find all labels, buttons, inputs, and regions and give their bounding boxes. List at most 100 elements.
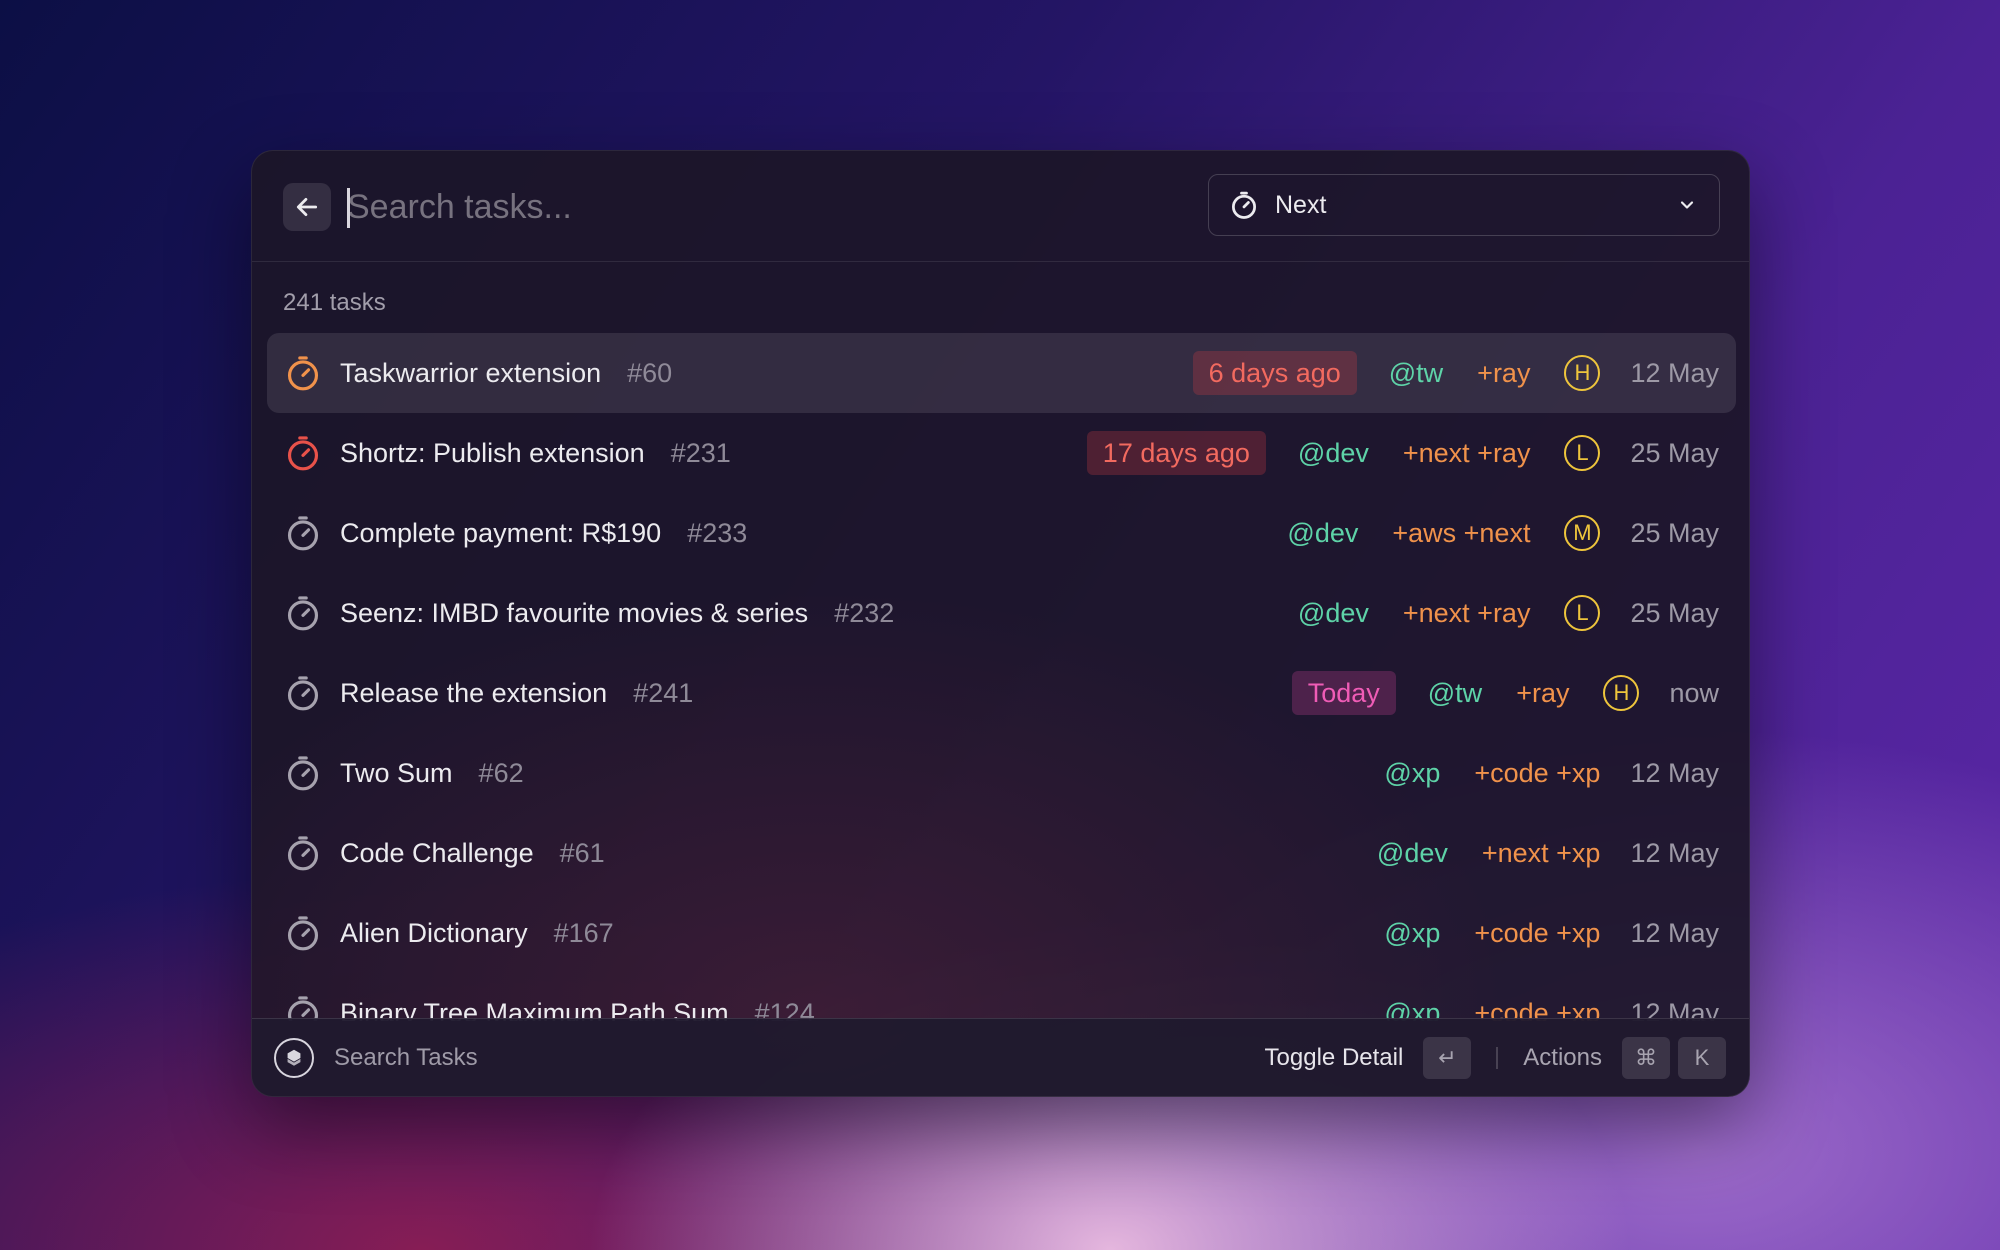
task-context: @xp <box>1384 757 1441 788</box>
priority-badge: L <box>1564 435 1601 471</box>
task-id: #241 <box>633 677 694 708</box>
task-tags: +next +ray <box>1402 597 1531 628</box>
stopwatch-icon <box>287 836 319 871</box>
task-meta: @dev +next +ray L 25 May <box>1298 573 1719 653</box>
task-context: @dev <box>1376 837 1448 868</box>
footer-actions: Toggle Detail ↵ Actions ⌘ K <box>1265 1037 1726 1079</box>
task-date: 12 May <box>1630 357 1719 388</box>
task-row[interactable]: Seenz: IMBD favourite movies & series #23… <box>267 573 1736 653</box>
task-date: 25 May <box>1630 437 1719 468</box>
task-tags: +ray <box>1516 677 1570 708</box>
stopwatch-icon <box>287 756 319 791</box>
task-title: Alien Dictionary <box>340 917 528 948</box>
back-button[interactable] <box>283 183 331 231</box>
task-date: 12 May <box>1630 837 1719 868</box>
task-tags: +next +xp <box>1481 837 1601 868</box>
footer-divider <box>1496 1047 1499 1069</box>
task-meta: @xp +code +xp 12 May <box>1384 973 1719 1022</box>
task-row[interactable]: Complete payment: R$190 #233 @dev +aws +nex… <box>267 493 1736 573</box>
task-main: Complete payment: R$190 #233 <box>340 493 747 573</box>
footer-title: Search Tasks <box>334 1044 478 1071</box>
due-badge: 17 days ago <box>1086 431 1266 475</box>
task-tags: +ray <box>1477 357 1531 388</box>
task-main: Binary Tree Maximum Path Sum #124 <box>340 973 815 1022</box>
search-input[interactable] <box>347 179 1147 235</box>
task-date: 25 May <box>1630 517 1719 548</box>
task-row[interactable]: Two Sum #62 @xp +code +xp 12 May <box>267 733 1736 813</box>
task-id: #60 <box>627 357 673 388</box>
task-meta: @dev +next +xp 12 May <box>1377 813 1719 893</box>
task-tags: +aws +next <box>1392 517 1531 548</box>
task-main: Taskwarrior extension #60 <box>340 333 672 413</box>
action-bar: Search Tasks Toggle Detail ↵ Actions ⌘ K <box>252 1018 1749 1096</box>
task-context: @tw <box>1388 357 1444 388</box>
task-meta: @xp +code +xp 12 May <box>1384 733 1719 813</box>
task-row[interactable]: Binary Tree Maximum Path Sum #124 @xp +code… <box>267 973 1736 1021</box>
task-title: Taskwarrior extension <box>340 357 602 388</box>
command-key-hint: ⌘ <box>1622 1037 1670 1079</box>
task-title: Release the extension <box>340 677 608 708</box>
task-main: Code Challenge #61 <box>340 813 605 893</box>
text-caret <box>347 188 350 228</box>
task-context: @dev <box>1297 437 1369 468</box>
stopwatch-icon <box>287 436 319 471</box>
task-row[interactable]: Code Challenge #61 @dev +next +xp 12 May <box>267 813 1736 893</box>
toggle-detail-action[interactable]: Toggle Detail <box>1265 1044 1404 1072</box>
task-id: #231 <box>670 437 731 468</box>
task-meta: Today @tw +ray Hnow <box>1291 653 1719 733</box>
task-title: Code Challenge <box>340 837 534 868</box>
due-badge: Today <box>1291 671 1396 715</box>
task-main: Alien Dictionary #167 <box>340 893 614 973</box>
priority-badge: H <box>1564 355 1601 391</box>
actions-button[interactable]: Actions <box>1523 1044 1602 1072</box>
task-context: @tw <box>1427 677 1483 708</box>
task-id: #233 <box>687 517 748 548</box>
task-date: 12 May <box>1630 757 1719 788</box>
task-date: now <box>1669 677 1719 708</box>
task-tags: +code +xp <box>1474 757 1601 788</box>
task-main: Two Sum #62 <box>340 733 524 813</box>
stopwatch-icon <box>287 676 319 711</box>
due-badge: 6 days ago <box>1192 351 1357 395</box>
arrow-left-icon <box>296 198 318 216</box>
task-title: Seenz: IMBD favourite movies & series <box>340 597 809 628</box>
stopwatch-icon <box>287 916 319 951</box>
task-tags: +next +ray <box>1402 437 1531 468</box>
enter-key-hint: ↵ <box>1423 1037 1472 1079</box>
filter-dropdown[interactable]: Next <box>1208 174 1720 236</box>
k-key-hint: K <box>1678 1037 1726 1079</box>
task-main: Seenz: IMBD favourite movies & series #23… <box>340 573 894 653</box>
stopwatch-icon <box>287 596 319 631</box>
task-title: Two Sum <box>340 757 453 788</box>
task-meta: 6 days ago @tw +ray H 12 May <box>1192 333 1719 413</box>
task-id: #62 <box>478 757 524 788</box>
filter-selected-label: Next <box>1275 190 1327 219</box>
task-list: Taskwarrior extension #60 6 days ago @tw +ra… <box>252 333 1749 1021</box>
task-id: #232 <box>834 597 895 628</box>
task-title: Shortz: Publish extension <box>340 437 645 468</box>
task-row[interactable]: Release the extension #241 Today @tw +ray Hno… <box>267 653 1736 733</box>
task-id: #167 <box>553 917 614 948</box>
stopwatch-icon <box>287 516 319 551</box>
task-count: 241 tasks <box>283 289 386 316</box>
task-main: Shortz: Publish extension #231 <box>340 413 731 493</box>
task-date: 25 May <box>1630 597 1719 628</box>
task-meta: @dev +aws +next M 25 May <box>1287 493 1719 573</box>
task-row[interactable]: Alien Dictionary #167 @xp +code +xp 12 May <box>267 893 1736 973</box>
task-title: Complete payment: R$190 <box>340 517 662 548</box>
task-row[interactable]: Taskwarrior extension #60 6 days ago @tw +ra… <box>267 333 1736 413</box>
extension-logo-icon <box>274 1038 314 1078</box>
task-meta: @xp +code +xp 12 May <box>1384 893 1719 973</box>
task-row[interactable]: Shortz: Publish extension #231 17 days ago… <box>267 413 1736 493</box>
task-main: Release the extension #241 <box>340 653 693 733</box>
task-meta: 17 days ago @dev +next +ray L 25 May <box>1086 413 1719 493</box>
priority-badge: H <box>1603 675 1640 711</box>
search-header: Next <box>252 151 1749 262</box>
task-search-window: Next 241 tasks Taskwarrior extension #60 6… <box>251 150 1750 1097</box>
chevron-down-icon <box>1680 201 1694 209</box>
task-context: @dev <box>1297 597 1369 628</box>
priority-badge: M <box>1564 515 1601 551</box>
task-id: #61 <box>559 837 605 868</box>
stopwatch-icon <box>287 356 319 391</box>
task-tags: +code +xp <box>1474 917 1601 948</box>
